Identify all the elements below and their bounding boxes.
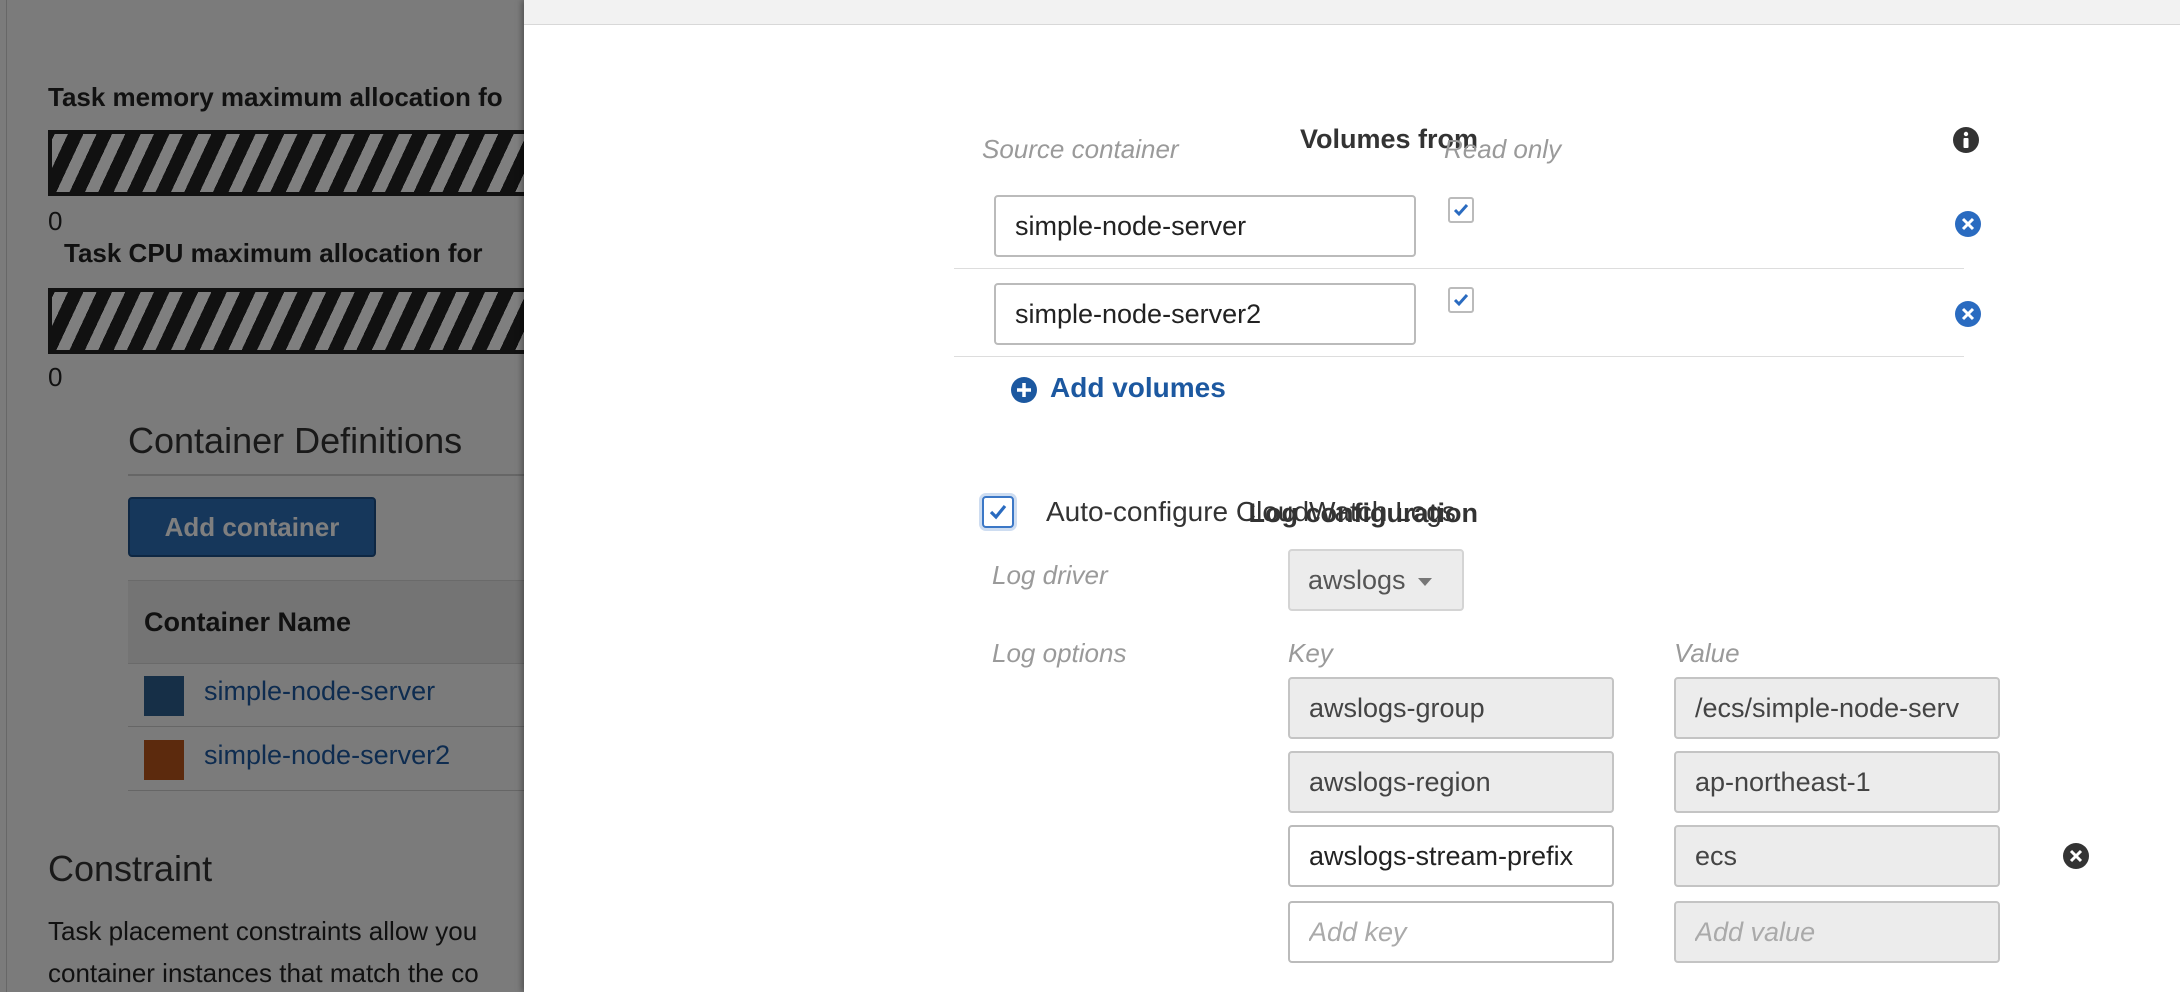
checkmark-icon — [1453, 294, 1469, 307]
remove-volume-icon-2[interactable] — [1954, 300, 1982, 328]
source-container-column-header: Source container — [982, 134, 1179, 164]
checkmark-icon — [989, 504, 1007, 520]
log-driver-select[interactable]: awslogs — [1288, 549, 1464, 611]
log-options-label: Log options — [992, 638, 1127, 668]
volume-row-divider — [954, 268, 1964, 269]
log-option-key-3[interactable] — [1288, 825, 1614, 887]
source-container-input-1[interactable] — [994, 195, 1416, 257]
add-value-input[interactable] — [1674, 901, 2000, 963]
info-icon[interactable] — [1952, 126, 1980, 154]
add-key-input[interactable] — [1288, 901, 1614, 963]
modal-header-bar — [524, 0, 2180, 25]
volume-row-divider — [954, 356, 1964, 357]
log-driver-label: Log driver — [992, 560, 1108, 590]
plus-circle-icon — [1011, 376, 1037, 403]
log-option-key-1[interactable] — [1288, 677, 1614, 739]
log-driver-value: awslogs — [1308, 565, 1406, 595]
read-only-checkbox-2[interactable] — [1448, 287, 1474, 313]
checkmark-icon — [1453, 204, 1469, 217]
read-only-column-header: Read only — [1444, 134, 1562, 164]
key-column-header: Key — [1288, 638, 1333, 668]
source-container-input-2[interactable] — [994, 283, 1416, 345]
add-volumes-link[interactable]: Add volumes — [1010, 372, 1226, 404]
auto-configure-cloudwatch-checkbox[interactable] — [982, 496, 1014, 528]
read-only-checkbox-1[interactable] — [1448, 197, 1474, 223]
log-option-key-2[interactable] — [1288, 751, 1614, 813]
auto-configure-cloudwatch-label: Auto-configure CloudWatch Logs — [1046, 496, 1456, 527]
add-volumes-label: Add volumes — [1050, 372, 1226, 403]
log-option-value-1[interactable] — [1674, 677, 2000, 739]
edit-container-modal: Volumes from Source container Read only … — [524, 0, 2180, 992]
value-column-header: Value — [1674, 638, 1740, 668]
chevron-down-icon — [1417, 577, 1432, 586]
remove-volume-icon-1[interactable] — [1954, 210, 1982, 238]
log-option-value-2[interactable] — [1674, 751, 2000, 813]
log-option-value-3[interactable] — [1674, 825, 2000, 887]
remove-log-option-icon[interactable] — [2062, 842, 2090, 870]
